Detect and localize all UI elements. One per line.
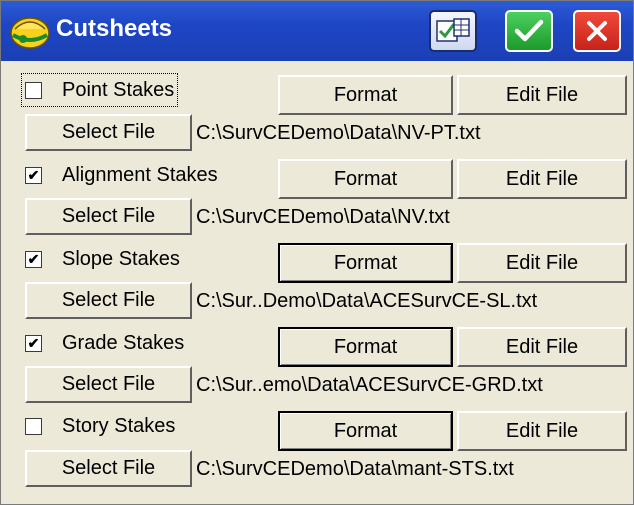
story-stakes-checkbox[interactable]: Story Stakes [25, 413, 175, 439]
story-stakes-file-path: C:\SurvCEDemo\Data\mant-STS.txt [196, 458, 514, 480]
checkbox-box [25, 417, 42, 435]
grade-stakes-checkbox[interactable]: ✔ Grade Stakes [25, 330, 184, 356]
alignment-stakes-format-button[interactable]: Format [278, 159, 453, 199]
alignment-stakes-checkbox[interactable]: ✔ Alignment Stakes [25, 162, 218, 188]
story-stakes-format-button[interactable]: Format [278, 411, 453, 451]
point-stakes-edit-file-button[interactable]: Edit File [457, 75, 627, 115]
checkbox-label: Alignment Stakes [62, 163, 218, 186]
slope-stakes-checkbox[interactable]: ✔ Slope Stakes [25, 246, 180, 272]
alignment-stakes-file-path: C:\SurvCEDemo\Data\NV.txt [196, 206, 450, 228]
grade-stakes-format-button[interactable]: Format [278, 327, 453, 367]
grid-settings-icon [436, 18, 470, 42]
point-stakes-file-path: C:\SurvCEDemo\Data\NV-PT.txt [196, 122, 481, 144]
config-button[interactable] [429, 10, 477, 52]
checkbox-label: Grade Stakes [62, 331, 185, 354]
grade-stakes-file-path: C:\Sur..emo\Data\ACESurvCE-GRD.txt [196, 374, 543, 396]
cutsheets-window: Cutsheets Point Stakes Format Edit File … [0, 0, 634, 505]
point-stakes-select-file-button[interactable]: Select File [25, 114, 192, 151]
checkbox-label: Story Stakes [62, 414, 176, 437]
slope-stakes-edit-file-button[interactable]: Edit File [457, 243, 627, 283]
grade-stakes-select-file-button[interactable]: Select File [25, 366, 192, 403]
checkbox-box: ✔ [25, 166, 42, 184]
checkbox-label: Slope Stakes [62, 247, 180, 270]
slope-stakes-file-path: C:\Sur..Demo\Data\ACESurvCE-SL.txt [196, 290, 538, 312]
window-title: Cutsheets [56, 15, 173, 42]
close-button[interactable] [573, 10, 621, 52]
alignment-stakes-select-file-button[interactable]: Select File [25, 198, 192, 235]
checkbox-box: ✔ [25, 334, 42, 352]
close-icon [587, 21, 607, 41]
checkbox-label: Point Stakes [62, 78, 175, 101]
slope-stakes-select-file-button[interactable]: Select File [25, 282, 192, 319]
surveyor-hat-icon [10, 17, 50, 49]
title-bar: Cutsheets [1, 1, 633, 61]
check-icon [514, 19, 544, 42]
ok-button[interactable] [505, 10, 553, 52]
checkbox-box: ✔ [25, 250, 42, 268]
story-stakes-select-file-button[interactable]: Select File [25, 450, 192, 487]
slope-stakes-format-button[interactable]: Format [278, 243, 453, 283]
grade-stakes-edit-file-button[interactable]: Edit File [457, 327, 627, 367]
point-stakes-format-button[interactable]: Format [278, 75, 453, 115]
checkbox-box [25, 81, 42, 99]
point-stakes-checkbox[interactable]: Point Stakes [20, 73, 179, 107]
story-stakes-edit-file-button[interactable]: Edit File [457, 411, 627, 451]
alignment-stakes-edit-file-button[interactable]: Edit File [457, 159, 627, 199]
